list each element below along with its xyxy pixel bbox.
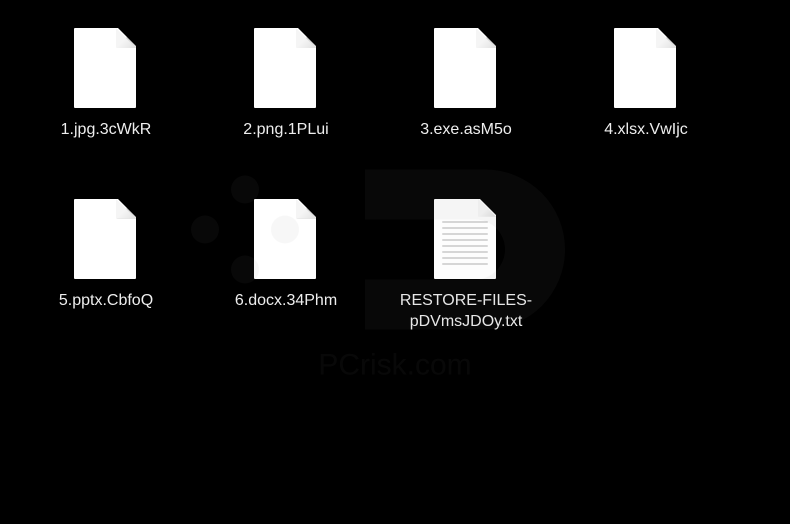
- blank-file-icon: [614, 28, 678, 110]
- file-label: 6.docx.34Phm: [235, 291, 337, 312]
- file-item[interactable]: 5.pptx.CbfoQ: [36, 199, 176, 333]
- file-label: 3.exe.asM5o: [420, 120, 512, 141]
- file-item[interactable]: 6.docx.34Phm: [216, 199, 356, 333]
- desktop-area: 1.jpg.3cWkR 2.png.1PLui 3.exe.asM5o 4.xl…: [0, 0, 790, 524]
- blank-file-icon: [254, 199, 318, 281]
- file-item[interactable]: 2.png.1PLui: [216, 28, 356, 141]
- file-item[interactable]: 3.exe.asM5o: [396, 28, 536, 141]
- icon-row-2: 5.pptx.CbfoQ 6.docx.34Phm RESTORE-FILES-…: [36, 199, 754, 333]
- blank-file-icon: [434, 28, 498, 110]
- file-item[interactable]: 1.jpg.3cWkR: [36, 28, 176, 141]
- file-label: 2.png.1PLui: [243, 120, 328, 141]
- file-label: 4.xlsx.VwIjc: [604, 120, 688, 141]
- file-label: 1.jpg.3cWkR: [61, 120, 152, 141]
- blank-file-icon: [74, 199, 138, 281]
- file-label: 5.pptx.CbfoQ: [59, 291, 153, 312]
- file-label: RESTORE-FILES-pDVmsJDOy.txt: [396, 291, 536, 333]
- text-file-icon: [434, 199, 498, 281]
- blank-file-icon: [254, 28, 318, 110]
- file-item[interactable]: RESTORE-FILES-pDVmsJDOy.txt: [396, 199, 536, 333]
- icon-row-1: 1.jpg.3cWkR 2.png.1PLui 3.exe.asM5o 4.xl…: [36, 28, 754, 141]
- file-item[interactable]: 4.xlsx.VwIjc: [576, 28, 716, 141]
- blank-file-icon: [74, 28, 138, 110]
